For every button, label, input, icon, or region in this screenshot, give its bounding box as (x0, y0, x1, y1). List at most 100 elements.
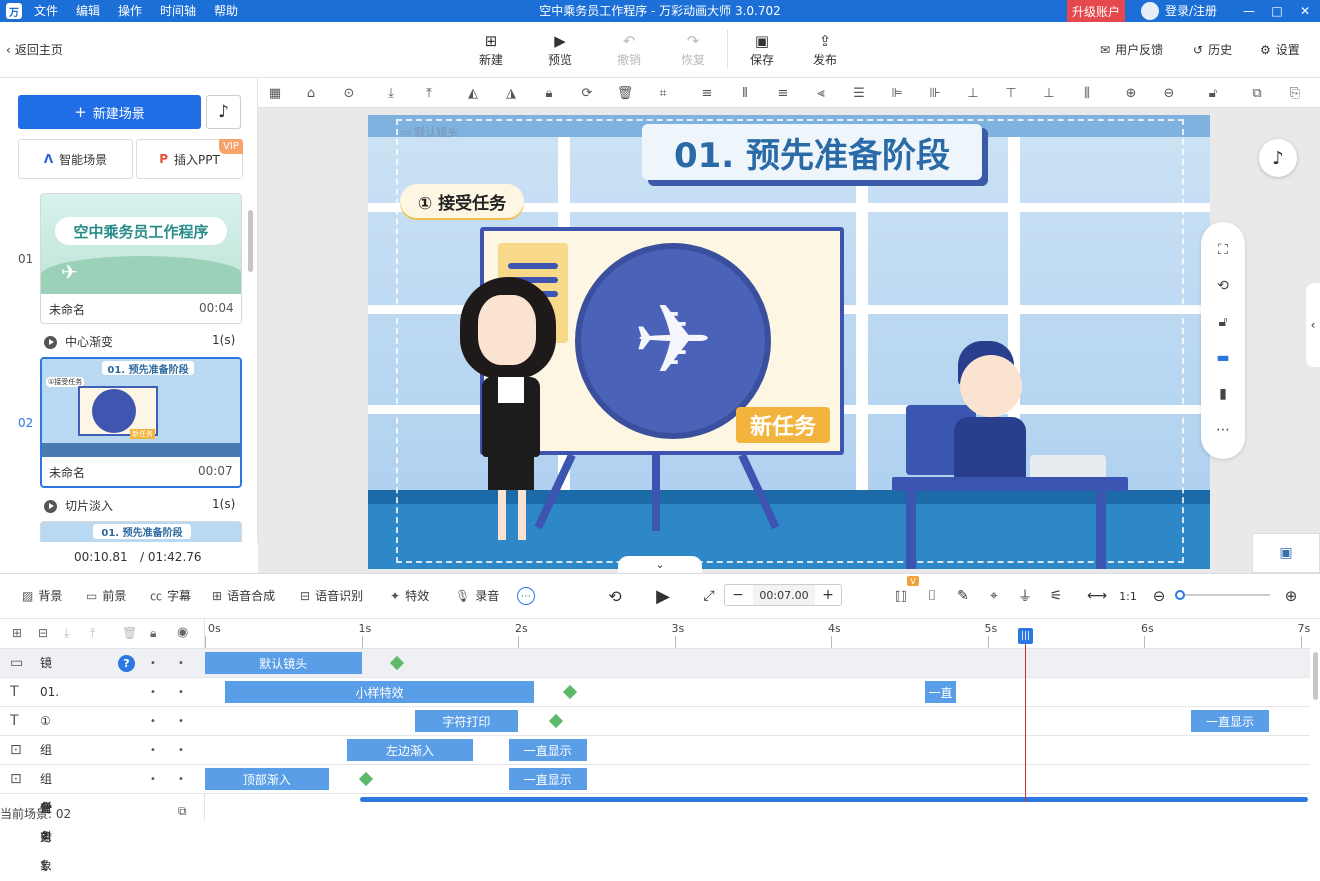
align-hcenter-icon[interactable]: ☰ (848, 82, 870, 104)
animation-bar[interactable]: 一直显示 (508, 768, 587, 790)
layer-name[interactable]: 组合对象 (40, 765, 52, 881)
history-button[interactable]: ↺ 历史 (1193, 40, 1232, 60)
replay-icon[interactable]: ⟲ (604, 585, 626, 607)
magic-icon[interactable]: ⌖ (983, 585, 1005, 607)
collapse-timeline-button[interactable]: ⌄ (618, 556, 702, 573)
camera-icon[interactable]: ⌷ (921, 585, 943, 607)
center-v-icon[interactable]: ⊤ (1000, 82, 1022, 104)
plus-icon[interactable]: + (815, 585, 841, 605)
rotate-icon[interactable]: ⟳ (576, 82, 598, 104)
time-input[interactable]: 00:07.00 (753, 585, 815, 605)
visibility-toggle[interactable]: • (178, 707, 184, 736)
board-badge[interactable]: 新任务 (736, 407, 830, 443)
lock-toggle[interactable]: • (150, 649, 156, 678)
copy-scene-icon[interactable]: ⧉ (178, 804, 187, 819)
timeline-row[interactable] (0, 678, 1310, 707)
scene-transition[interactable]: 切片淡入 (44, 497, 113, 514)
maximize-icon[interactable]: □ (1266, 0, 1288, 22)
align-top-icon[interactable]: ≡ (696, 82, 718, 104)
flip-h-icon[interactable]: ◭ (462, 82, 484, 104)
feedback-button[interactable]: ✉ 用户反馈 (1100, 40, 1163, 60)
timeline-row[interactable] (0, 765, 1310, 794)
lock-toggle[interactable]: • (150, 765, 156, 794)
scene-card-2[interactable]: 01. 预先准备阶段 ①接受任务 新任务 未命名 00:07 (40, 357, 242, 488)
mobile-view-icon[interactable]: ▮ (1212, 383, 1234, 405)
record-button[interactable]: 🎙︎ 录音 (455, 586, 499, 606)
more-icon[interactable]: ⋯ (1212, 419, 1234, 441)
unlock-icon[interactable]: 🔓︎ (1212, 311, 1234, 333)
rotate-view-icon[interactable]: ⟲ (1212, 275, 1234, 297)
lock-icon[interactable]: 🔒︎ (538, 82, 560, 104)
save-button[interactable]: ▣ 保存 (737, 30, 787, 70)
minus-icon[interactable]: − (725, 585, 751, 605)
lock-toggle[interactable]: • (150, 707, 156, 736)
menu-edit[interactable]: 编辑 (76, 0, 100, 22)
thumbnail-preview-icon[interactable]: ▣ (1252, 533, 1320, 573)
animation-bar[interactable]: 一直显示 (508, 739, 587, 761)
scene-duration-bar[interactable] (360, 797, 1308, 802)
align-left-icon[interactable]: ⫷ (810, 82, 832, 104)
visibility-toggle[interactable]: • (178, 678, 184, 707)
desktop-view-icon[interactable]: ▬ (1212, 347, 1234, 369)
fullscreen-icon[interactable]: ⤢ (698, 585, 720, 607)
move-up-icon[interactable]: ⤒ (418, 82, 440, 104)
fit-screen-icon[interactable]: ⛶ (1212, 239, 1234, 261)
scene-subheading[interactable]: ① 接受任务 (400, 184, 524, 218)
copy-icon[interactable]: ⧉ (1246, 82, 1268, 104)
play-icon[interactable]: ▶ (652, 584, 674, 608)
center-h-icon[interactable]: ⊥ (962, 82, 984, 104)
move-down-icon[interactable]: ⤓ (380, 82, 402, 104)
move-down-icon[interactable]: ⤓ (64, 626, 69, 641)
zoom-out-icon[interactable]: ⊖ (1158, 82, 1180, 104)
subtitle-button[interactable]: ㏄字幕 (150, 586, 191, 606)
visibility-toggle[interactable]: • (178, 649, 184, 678)
smart-scene-button[interactable]: Λ 智能场景 (18, 139, 133, 179)
move-up-icon[interactable]: ⤒ (90, 626, 95, 641)
visibility-toggle[interactable]: • (178, 765, 184, 794)
settings-button[interactable]: ⚙ 设置 (1260, 40, 1300, 60)
collapse-panel-button[interactable]: ‹ (1306, 283, 1320, 367)
lock-toggle[interactable]: • (150, 678, 156, 707)
music-button[interactable]: ♪ (206, 95, 241, 129)
animation-bar[interactable]: 小样特效 (225, 681, 534, 703)
crop-icon[interactable]: ⌗ (652, 82, 674, 104)
distribute-h-icon[interactable]: ⊫ (886, 82, 908, 104)
timeline-scrollbar[interactable] (1313, 652, 1318, 700)
spacing-icon[interactable]: ⫼ (1076, 82, 1098, 104)
bottom-edge-icon[interactable]: ⊥ (1038, 82, 1060, 104)
animation-bar[interactable]: 左边渐入 (347, 739, 473, 761)
animation-bar[interactable]: 默认镜头 (205, 652, 362, 674)
paste-icon[interactable]: ⎘ (1284, 82, 1306, 104)
delete-icon[interactable]: 🗑︎ (122, 626, 137, 640)
minimize-icon[interactable]: — (1238, 0, 1260, 22)
more-options-icon[interactable]: ⋯ (517, 587, 535, 605)
preview-button[interactable]: ▶ 预览 (535, 30, 585, 70)
filter-icon[interactable]: ⏚ (1014, 585, 1036, 607)
scene-transition[interactable]: 中心渐变 (44, 333, 113, 350)
animation-bar[interactable]: 一直 (924, 681, 957, 703)
edit-icon[interactable]: ✎ (952, 585, 974, 607)
delete-icon[interactable]: 🗑︎ (614, 82, 636, 104)
ratio-icon[interactable]: 1:1 (1117, 585, 1139, 607)
speech-recognition-button[interactable]: ⊟ 语音识别 (300, 586, 363, 606)
animation-bar[interactable]: 一直显示 (1190, 710, 1270, 732)
scene-heading[interactable]: 01. 预先准备阶段 (642, 124, 982, 180)
animation-bar[interactable]: 顶部渐入 (205, 768, 329, 790)
lock-icon[interactable]: 🔒︎ (150, 626, 156, 641)
redo-button[interactable]: ↷ 恢复 (668, 30, 718, 70)
scene-canvas[interactable]: ▭ 默认镜头 01. 预先准备阶段 ① 接受任务 ✈ 新任务 (368, 115, 1210, 569)
login-button[interactable]: 登录/注册 (1141, 0, 1217, 22)
menu-action[interactable]: 操作 (118, 0, 142, 22)
timeline-row[interactable] (0, 707, 1310, 736)
playhead-handle[interactable]: ||| (1018, 628, 1034, 644)
animation-bar[interactable]: 字符打印 (414, 710, 518, 732)
unlock-icon[interactable]: 🔓︎ (1202, 82, 1224, 104)
close-icon[interactable]: ✕ (1294, 0, 1316, 22)
upgrade-button[interactable]: 升级账户 (1067, 0, 1125, 22)
distribute-v-icon[interactable]: ⊪ (924, 82, 946, 104)
menu-timeline[interactable]: 时间轴 (160, 0, 196, 22)
background-button[interactable]: ▨ 背景 (22, 586, 62, 606)
zoom-slider[interactable] (1180, 594, 1270, 596)
zoom-out-icon[interactable]: ⊖ (1148, 585, 1170, 607)
new-button[interactable]: ⊞ 新建 (466, 30, 516, 70)
